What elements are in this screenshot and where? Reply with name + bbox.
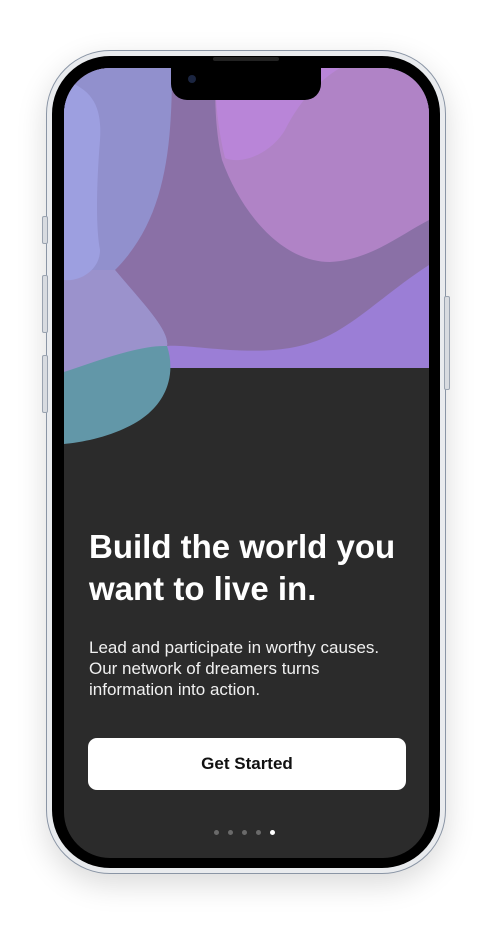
get-started-button[interactable]: Get Started <box>88 738 406 790</box>
volume-down-button <box>42 355 48 413</box>
pagination-dots <box>214 830 275 835</box>
page-dot-2[interactable] <box>228 830 233 835</box>
camera-icon <box>188 75 196 83</box>
power-button <box>444 296 450 390</box>
volume-up-button <box>42 275 48 333</box>
notch <box>171 68 321 100</box>
mute-switch <box>42 216 48 244</box>
page-dot-4[interactable] <box>256 830 261 835</box>
description: Lead and participate in worthy causes. O… <box>89 638 380 699</box>
page-dot-5-active[interactable] <box>270 830 275 835</box>
blob-light-lavender <box>64 80 101 281</box>
page-dot-1[interactable] <box>214 830 219 835</box>
headline: Build the world you want to live in. <box>89 528 396 607</box>
page-dot-3[interactable] <box>242 830 247 835</box>
speaker-grille <box>213 57 279 61</box>
